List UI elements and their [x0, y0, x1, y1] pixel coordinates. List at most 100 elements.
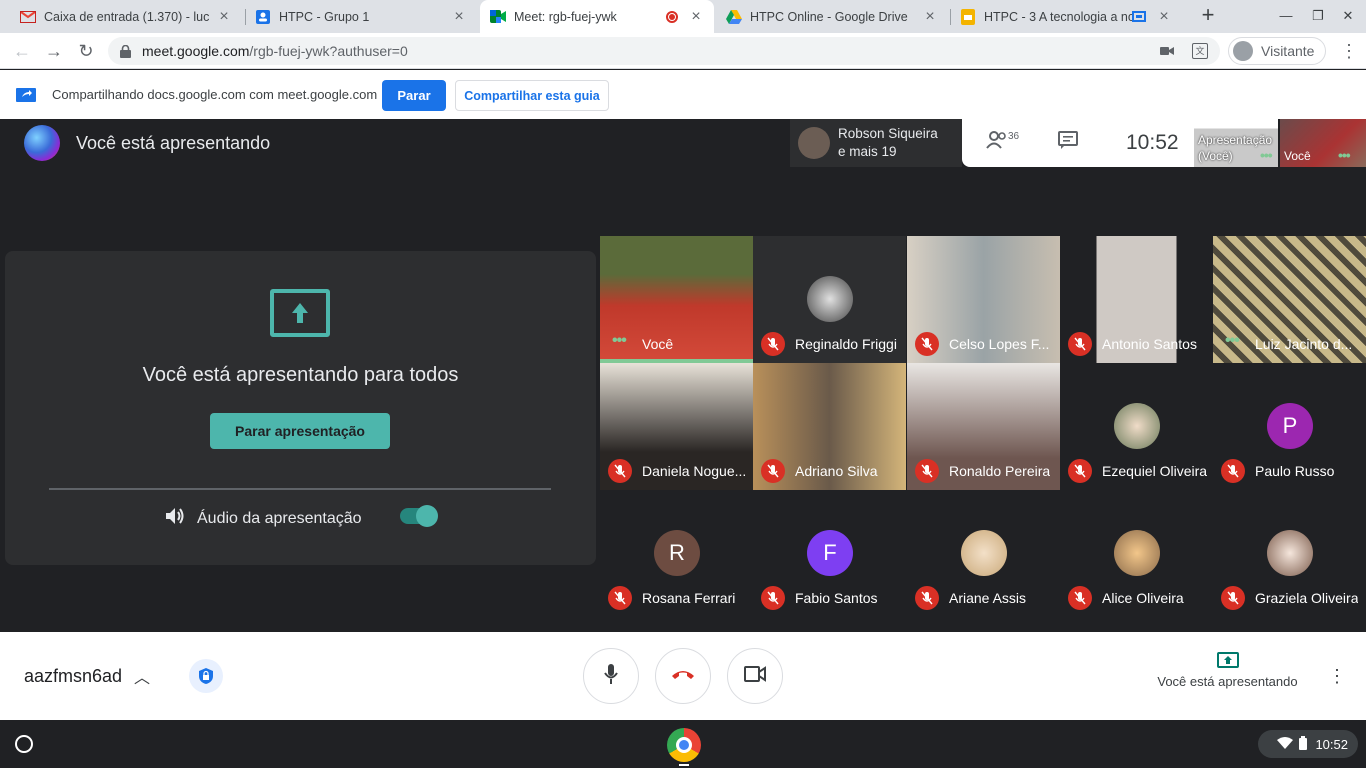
forward-arrow-icon[interactable]: → [42, 39, 66, 63]
translate-icon[interactable]: 文 [1192, 43, 1208, 59]
participant-tile[interactable]: Reginaldo Friggi [753, 236, 906, 363]
participant-tile[interactable]: Ezequiel Oliveira [1060, 363, 1213, 490]
share-this-tab-button[interactable]: Compartilhar esta guia [455, 80, 609, 111]
close-tab-icon[interactable]: × [1156, 8, 1172, 26]
mic-off-icon [1068, 332, 1092, 356]
mini-tile-presentation[interactable]: Apresentação (Você) ••• [1194, 119, 1278, 167]
stop-sharing-button[interactable]: Parar [382, 80, 446, 111]
more-options-icon[interactable]: ⋮ [1328, 666, 1346, 687]
minimize-icon[interactable]: — [1278, 8, 1294, 24]
participant-name: Rosana Ferrari [642, 590, 736, 606]
new-tab-button[interactable]: + [1196, 4, 1220, 28]
battery-icon [1299, 735, 1308, 753]
mic-off-icon [915, 586, 939, 610]
tab-meet[interactable]: Meet: rgb-fuej-ywk × [480, 0, 714, 33]
contacts-icon [255, 9, 271, 25]
tab-title: HTPC Online - Google Drive [750, 9, 908, 24]
chrome-icon[interactable] [667, 728, 701, 762]
meeting-code[interactable]: aazfmsn6ad [24, 666, 122, 687]
presenting-status-button[interactable]: Você está apresentando [1150, 652, 1305, 689]
participant-tile[interactable]: P Paulo Russo [1213, 363, 1366, 490]
close-tab-icon[interactable]: × [922, 8, 938, 26]
tab-title: Meet: rgb-fuej-ywk [514, 9, 617, 24]
camera-button[interactable] [727, 648, 783, 704]
participant-tile[interactable]: Alice Oliveira [1060, 490, 1213, 617]
restore-icon[interactable]: ❐ [1310, 8, 1326, 24]
participant-tile[interactable]: F Fabio Santos [753, 490, 906, 617]
participant-name: Adriano Silva [795, 463, 878, 479]
user-avatar [24, 125, 60, 161]
presentation-audio-label: Áudio da apresentação [197, 509, 362, 527]
participant-avatar [1114, 403, 1160, 449]
speaker-volume-icon [165, 507, 185, 530]
participant-tile[interactable]: Ariane Assis [907, 490, 1060, 617]
meet-icon [490, 9, 506, 25]
os-shelf: 10:52 [0, 720, 1366, 768]
close-tab-icon[interactable]: × [688, 8, 704, 26]
slides-icon [960, 8, 976, 25]
participant-tile[interactable]: Daniela Nogue... [600, 363, 753, 490]
participant-avatar [1114, 530, 1160, 576]
mic-off-icon [1068, 459, 1092, 483]
participant-name: Luiz Jacinto d... [1255, 336, 1353, 352]
mic-off-icon [608, 586, 632, 610]
participant-tile[interactable]: Ronaldo Pereira [907, 363, 1060, 490]
tab-title: HTPC - Grupo 1 [279, 9, 370, 24]
mini-label: (Você) [1198, 149, 1233, 163]
meeting-controls-bar: aazfmsn6ad ︿ Você está apresentando ⋮ [0, 632, 1366, 720]
browser-toolbar: ← → ↻ meet.google.com/rgb-fuej-ywk?authu… [0, 33, 1366, 69]
microphone-button[interactable] [583, 648, 639, 704]
speaker-label: Robson Siqueira e mais 19 [838, 125, 938, 161]
close-tab-icon[interactable]: × [451, 8, 467, 26]
meet-stage: Você está apresentando Robson Siqueira e… [0, 119, 1366, 632]
system-tray[interactable]: 10:52 [1258, 730, 1358, 758]
profile-button[interactable]: Visitante [1228, 37, 1326, 65]
participant-avatar: R [654, 530, 700, 576]
participant-tile[interactable]: Celso Lopes F... [907, 236, 1060, 363]
window-close-icon[interactable]: ✕ [1340, 8, 1356, 24]
participant-tile[interactable]: ••• Você [600, 236, 753, 363]
more-options-icon[interactable]: ••• [1260, 147, 1273, 163]
participant-avatar [961, 530, 1007, 576]
tab-slides[interactable]: HTPC - 3 A tecnologia a no × [950, 0, 1182, 33]
address-bar[interactable]: meet.google.com/rgb-fuej-ywk?authuser=0 … [108, 37, 1220, 65]
chat-icon[interactable] [1058, 131, 1078, 154]
back-arrow-icon[interactable]: ← [10, 39, 34, 63]
people-icon[interactable] [986, 131, 1008, 155]
speaker-more: e mais 19 [838, 144, 897, 159]
host-controls-shield-icon[interactable] [189, 659, 223, 693]
share-screen-icon [16, 88, 36, 107]
presenting-header: Você está apresentando [24, 125, 270, 161]
mini-tile-self[interactable]: Você ••• [1280, 119, 1366, 167]
leave-call-button[interactable] [655, 648, 711, 704]
participant-tile[interactable]: Graziela Oliveira [1213, 490, 1366, 617]
tab-drive[interactable]: HTPC Online - Google Drive × [716, 0, 948, 33]
presentation-audio-toggle[interactable] [400, 505, 438, 527]
participant-grid: ••• Você Reginaldo Friggi Celso Lopes F.… [600, 236, 1366, 619]
close-tab-icon[interactable]: × [216, 8, 232, 26]
participant-tile[interactable]: Antonio Santos [1060, 236, 1213, 363]
launcher-icon[interactable] [15, 735, 33, 753]
participant-count: 36 [1008, 131, 1020, 142]
more-options-icon[interactable]: ••• [1338, 147, 1351, 163]
chevron-up-icon[interactable]: ︿ [134, 664, 150, 688]
participant-avatar: P [1267, 403, 1313, 449]
stop-presenting-button[interactable]: Parar apresentação [210, 413, 390, 449]
meeting-clock: 10:52 [1126, 131, 1179, 154]
participant-tile[interactable]: Adriano Silva [753, 363, 906, 490]
tab-gmail[interactable]: Caixa de entrada (1.370) - lucia × [10, 0, 242, 33]
camera-icon[interactable] [1160, 44, 1174, 61]
mic-off-icon [761, 586, 785, 610]
hang-up-icon [671, 667, 695, 685]
tab-grupo[interactable]: HTPC - Grupo 1 × [245, 0, 477, 33]
participant-tile[interactable]: ••• Luiz Jacinto d... [1213, 236, 1366, 363]
cast-icon [1132, 11, 1146, 22]
more-options-icon[interactable]: ••• [612, 332, 627, 350]
browser-menu-icon[interactable]: ⋮ [1340, 41, 1358, 62]
participant-tile[interactable]: R Rosana Ferrari [600, 490, 753, 617]
participant-name: Paulo Russo [1255, 463, 1335, 479]
more-options-icon[interactable]: ••• [1225, 332, 1240, 350]
present-screen-icon [270, 289, 330, 337]
reload-icon[interactable]: ↻ [74, 39, 98, 63]
mic-off-icon [1068, 586, 1092, 610]
